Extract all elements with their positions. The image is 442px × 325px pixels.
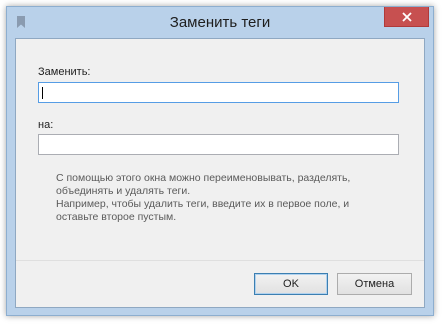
title-bar[interactable]: Заменить теги [7, 7, 433, 37]
close-icon [401, 11, 412, 22]
help-line: оставьте второе пустым. [56, 211, 177, 223]
help-line: объединять и удалять теги. [56, 185, 191, 197]
dialog-body: Заменить: на: С помощью этого окна можно… [15, 38, 425, 308]
window-title: Заменить теги [169, 14, 271, 31]
help-line: С помощью этого окна можно переименовыва… [56, 172, 351, 184]
with-input[interactable] [38, 134, 399, 155]
help-line: Например, чтобы удалить теги, введите их… [56, 198, 350, 210]
replace-label: Заменить: [38, 66, 91, 78]
cancel-button[interactable]: Отмена [337, 273, 412, 295]
help-text: С помощью этого окна можно переименовыва… [56, 172, 396, 224]
with-label: на: [38, 119, 54, 131]
ok-button[interactable]: OK [254, 273, 328, 295]
close-button[interactable] [384, 7, 429, 27]
replace-input[interactable] [38, 82, 399, 103]
text-caret [42, 87, 43, 99]
button-bar: OK Отмена [16, 260, 424, 307]
replace-tags-dialog: Заменить теги Заменить: на: С помощью эт… [6, 6, 434, 316]
